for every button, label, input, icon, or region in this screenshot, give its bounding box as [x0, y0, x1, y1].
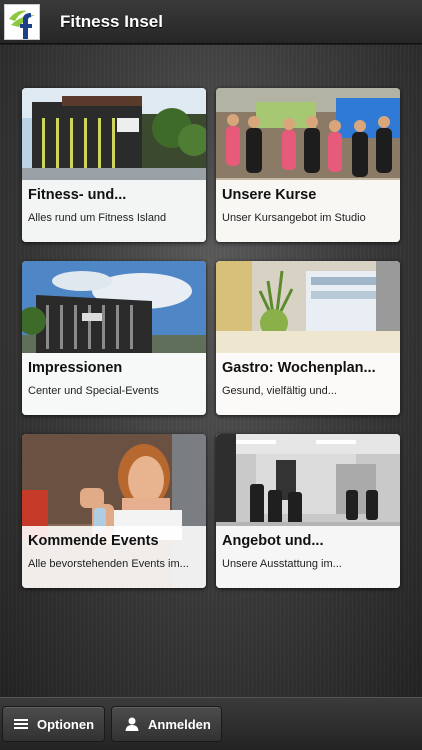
fitness-insel-logo[interactable] [4, 3, 40, 40]
tile-events[interactable]: Kommende Events Alle bevorstehenden Even… [22, 434, 206, 588]
footer-toolbar: Optionen Anmelden [0, 697, 422, 750]
options-button[interactable]: Optionen [2, 706, 105, 742]
tile-subtitle: Unser Kursangebot im Studio [222, 212, 366, 224]
tile-impressionen[interactable]: Impressionen Center und Special-Events [22, 261, 206, 415]
user-icon [124, 716, 140, 732]
tile-angebot[interactable]: Angebot und... Unsere Ausstattung im... [216, 434, 400, 588]
tile-title: Fitness- und... [28, 187, 127, 203]
app-header: Fitness Insel [0, 0, 422, 44]
tile-caption: Kommende Events Alle bevorstehenden Even… [22, 526, 206, 588]
tile-title: Unsere Kurse [222, 187, 317, 203]
tile-subtitle: Unsere Ausstattung im... [222, 558, 342, 570]
options-label: Optionen [37, 716, 95, 732]
tile-caption: Angebot und... Unsere Ausstattung im... [216, 526, 400, 588]
login-button[interactable]: Anmelden [111, 706, 222, 742]
tile-subtitle: Center und Special-Events [28, 385, 159, 397]
login-label: Anmelden [148, 716, 211, 732]
menu-icon [13, 716, 29, 732]
tile-title: Impressionen [28, 360, 123, 376]
tile-kurse[interactable]: Unsere Kurse Unser Kursangebot im Studio [216, 88, 400, 242]
tile-gastro[interactable]: Gastro: Wochenplan... Gesund, vielfältig… [216, 261, 400, 415]
tile-caption: Impressionen Center und Special-Events [22, 353, 206, 415]
app-title: Fitness Insel [60, 11, 163, 31]
logo-icon [9, 10, 35, 39]
tile-caption: Gastro: Wochenplan... Gesund, vielfältig… [216, 353, 400, 415]
tile-title: Kommende Events [28, 533, 159, 549]
tile-subtitle: Gesund, vielfältig und... [222, 385, 337, 397]
tile-caption: Unsere Kurse Unser Kursangebot im Studio [216, 180, 400, 242]
tile-caption: Fitness- und... Alles rund um Fitness Is… [22, 180, 206, 242]
tile-subtitle: Alle bevorstehenden Events im... [28, 558, 189, 570]
tile-title: Gastro: Wochenplan... [222, 360, 376, 376]
tile-fitness[interactable]: Fitness- und... Alles rund um Fitness Is… [22, 88, 206, 242]
tile-subtitle: Alles rund um Fitness Island [28, 212, 167, 224]
tile-title: Angebot und... [222, 533, 324, 549]
tile-grid: Fitness- und... Alles rund um Fitness Is… [0, 45, 422, 697]
